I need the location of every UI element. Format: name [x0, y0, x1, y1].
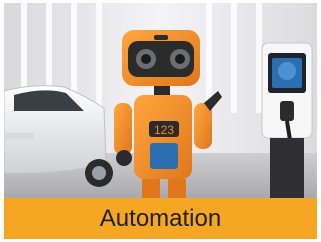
card-caption: Automation — [99, 204, 222, 232]
automation-card[interactable]: 123 Automation — [4, 3, 317, 239]
caption-bar: Automation — [4, 198, 317, 239]
robot-photo: 123 — [4, 3, 317, 198]
svg-text:123: 123 — [154, 123, 174, 137]
